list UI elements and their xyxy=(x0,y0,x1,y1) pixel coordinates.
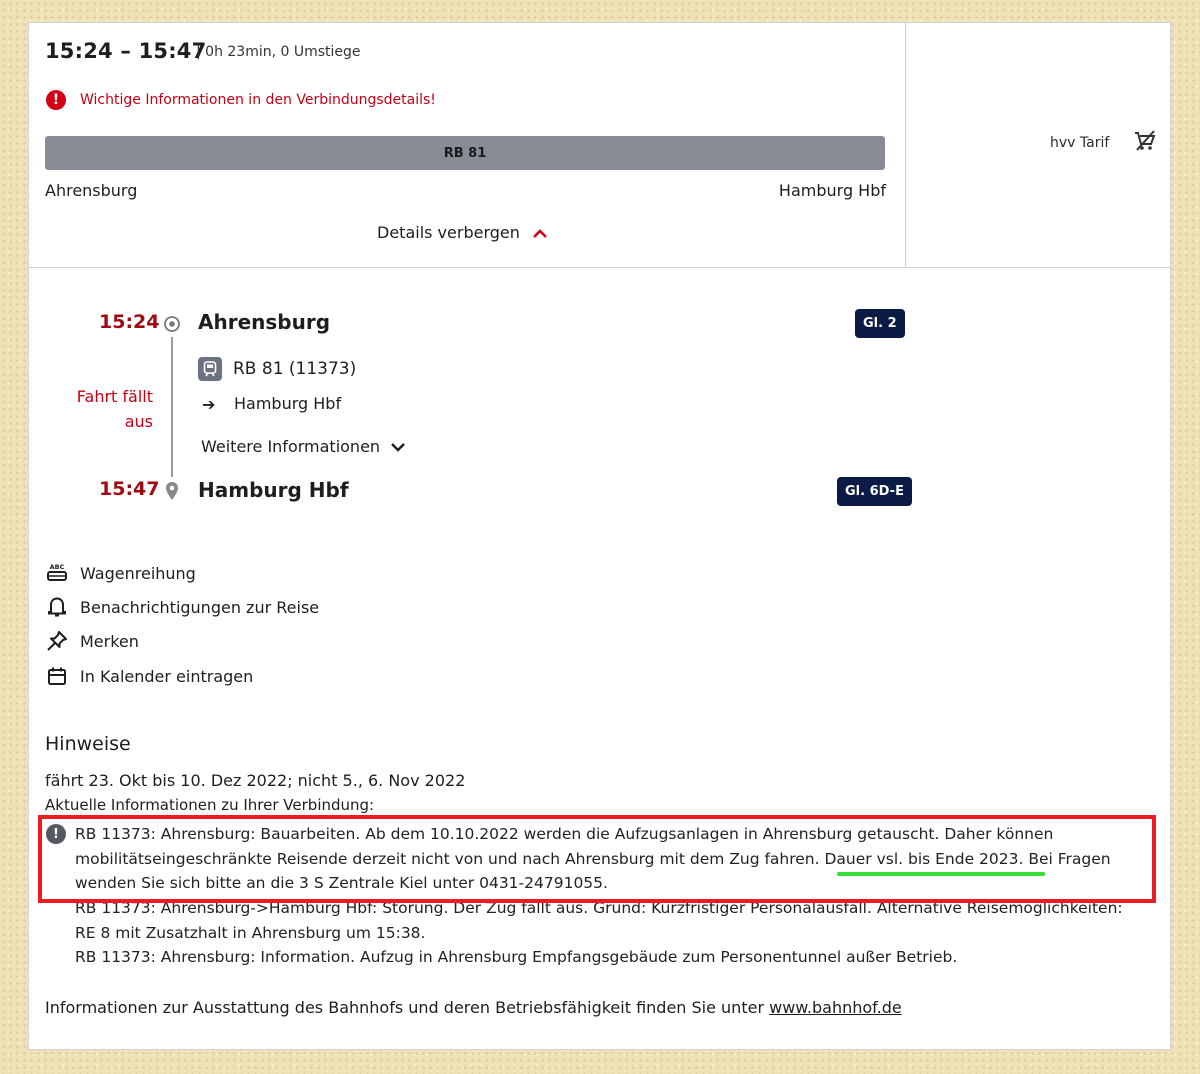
connection-details-panel: 15:24 – 15:47 | 0h 23min, 0 Umstiege ! W… xyxy=(28,22,1171,1050)
departure-track-badge: Gl. 2 xyxy=(855,309,905,338)
train-number: RB 81 (11373) xyxy=(233,359,357,379)
cancellation-note: Fahrt fällt aus xyxy=(76,387,153,431)
more-info-toggle[interactable]: Weitere Informationen xyxy=(201,437,406,456)
arrival-station[interactable]: Hamburg Hbf xyxy=(198,478,349,502)
footer-text: Informationen zur Ausstattung des Bahnho… xyxy=(45,998,770,1017)
notifications-label: Benachrichtigungen zur Reise xyxy=(80,597,320,617)
bookmark-action[interactable]: Merken xyxy=(46,630,139,652)
coach-sequence-label: Wagenreihung xyxy=(80,563,196,583)
bell-icon xyxy=(46,596,68,618)
coach-sequence-action[interactable]: ABC Wagenreihung xyxy=(46,562,196,584)
notes-heading: Hinweise xyxy=(45,733,131,755)
no-cart-icon[interactable] xyxy=(1133,129,1157,153)
pin-icon xyxy=(46,630,68,652)
hide-details-label: Details verbergen xyxy=(377,223,520,242)
bookmark-label: Merken xyxy=(80,631,139,651)
vertical-divider xyxy=(905,23,906,268)
bahnhof-link[interactable]: www.bahnhof.de xyxy=(769,998,902,1017)
note-disruption: RB 11373: Ahrensburg->Hamburg Hbf: Störu… xyxy=(75,899,1123,942)
hide-details-button[interactable]: Details verbergen xyxy=(377,223,548,242)
tariff-label[interactable]: hvv Tarif xyxy=(1050,135,1109,151)
add-to-calendar-action[interactable]: In Kalender eintragen xyxy=(46,665,253,687)
important-info-warning: ! Wichtige Informationen in den Verbindu… xyxy=(46,90,436,110)
arrow-right-icon: ➔ xyxy=(202,395,216,414)
train-segment-bar[interactable]: RB 81 xyxy=(45,136,885,170)
departure-time: 15:24 xyxy=(99,311,160,333)
coach-sequence-icon: ABC xyxy=(46,562,68,584)
station-info-footer: Informationen zur Ausstattung des Bahnho… xyxy=(45,998,902,1017)
current-info-label: Aktuelle Informationen zu Ihrer Verbindu… xyxy=(45,796,375,814)
origin-station: Ahrensburg xyxy=(45,181,138,200)
notifications-action[interactable]: Benachrichtigungen zur Reise xyxy=(46,596,319,618)
arrival-time: 15:47 xyxy=(99,478,160,500)
add-to-calendar-label: In Kalender eintragen xyxy=(80,666,254,686)
highlight-underline xyxy=(837,872,1045,876)
note-elevator: RB 11373: Ahrensburg: Information. Aufzu… xyxy=(75,948,958,966)
train-direction: Hamburg Hbf xyxy=(234,394,342,413)
location-pin-icon xyxy=(166,482,178,500)
more-info-label: Weitere Informationen xyxy=(201,437,381,456)
duration-summary: | 0h 23min, 0 Umstiege xyxy=(196,44,361,60)
arrival-track-badge: Gl. 6D-E xyxy=(837,477,912,506)
horizontal-divider xyxy=(29,267,1170,268)
calendar-icon xyxy=(46,665,68,687)
route-line xyxy=(171,337,173,477)
warning-text: Wichtige Informationen in den Verbindung… xyxy=(80,92,436,108)
highlight-box xyxy=(38,815,1156,903)
validity-text: fährt 23. Okt bis 10. Dez 2022; nicht 5.… xyxy=(45,771,466,790)
chevron-down-icon xyxy=(391,442,405,452)
departure-stop-icon xyxy=(164,316,180,332)
departure-station[interactable]: Ahrensburg xyxy=(198,310,330,334)
alert-icon: ! xyxy=(46,90,66,110)
train-icon xyxy=(198,357,222,381)
svg-text:ABC: ABC xyxy=(50,563,65,571)
chevron-up-icon xyxy=(532,228,547,238)
destination-station: Hamburg Hbf xyxy=(778,181,886,200)
time-range: 15:24 – 15:47 xyxy=(45,39,207,63)
